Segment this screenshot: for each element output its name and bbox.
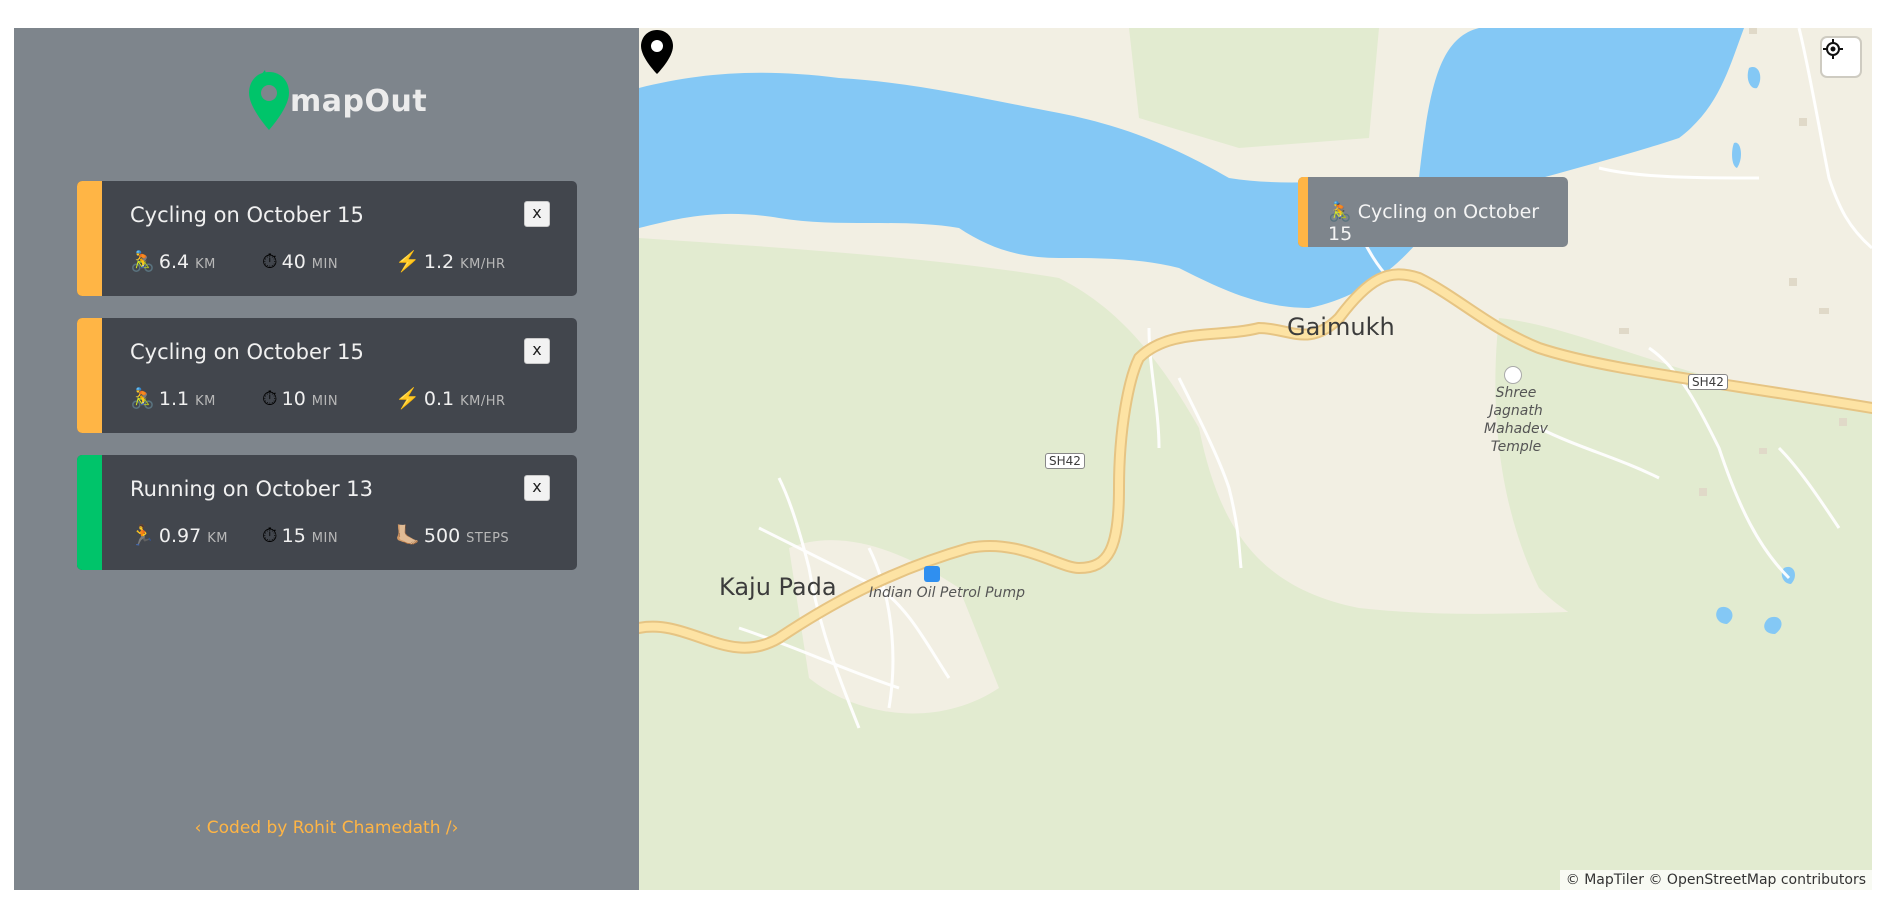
map[interactable]: SH42 SH42 Gaimukh Kaju Pada Indian Oil P… xyxy=(639,28,1872,890)
workout-card[interactable]: Cycling on October 15 x 🚴 1.1 km ⏱ 10 mi… xyxy=(77,318,577,433)
workout-speed: ⚡️ 1.2 km/hr xyxy=(395,249,506,273)
lightning-icon: ⚡️ xyxy=(395,386,420,410)
bicycle-icon: 🚴 xyxy=(130,386,155,410)
detail-unit: min xyxy=(311,531,339,546)
road-label: SH42 xyxy=(1045,453,1085,469)
detail-value: 1.1 xyxy=(158,388,190,410)
detail-value: 6.4 xyxy=(158,251,190,273)
popup-title: Cycling on October 15 xyxy=(1328,201,1540,245)
map-tiles xyxy=(639,28,1872,890)
workout-details: 🚴 6.4 km ⏱ 40 min ⚡️ 1.2 km/hr xyxy=(130,249,560,273)
detail-unit: min xyxy=(311,257,339,272)
place-label-gaimukh: Gaimukh xyxy=(1287,313,1395,341)
map-marker-icon[interactable] xyxy=(639,28,675,76)
workout-title: Cycling on October 15 xyxy=(130,340,364,364)
workout-speed: ⚡️ 0.1 km/hr xyxy=(395,386,506,410)
detail-unit: km xyxy=(207,531,228,546)
detail-unit: km/hr xyxy=(460,257,506,272)
bicycle-icon: 🚴 xyxy=(130,249,155,273)
poi-label-petrol-pump: Indian Oil Petrol Pump xyxy=(869,585,1025,601)
bicycle-icon: 🚴 xyxy=(1328,201,1352,223)
workout-distance: 🏃 0.97 km xyxy=(130,523,228,547)
workout-card[interactable]: Running on October 13 x 🏃 0.97 km ⏱ 15 m… xyxy=(77,455,577,570)
sidebar: mapOut Cycling on October 15 x 🚴 6.4 km … xyxy=(14,28,639,890)
detail-value: 10 xyxy=(281,388,306,410)
detail-value: 40 xyxy=(281,251,306,273)
detail-unit: min xyxy=(311,394,339,409)
lightning-icon: ⚡️ xyxy=(395,249,420,273)
poi-label-temple-line1: Shree Jagnath xyxy=(1489,385,1543,419)
temple-icon xyxy=(1504,366,1522,384)
detail-unit: km xyxy=(195,394,216,409)
poi-label-temple-line2: Mahadev Temple xyxy=(1484,421,1548,455)
workout-details: 🚴 1.1 km ⏱ 10 min ⚡️ 0.1 km/hr xyxy=(130,386,560,410)
workout-details: 🏃 0.97 km ⏱ 15 min 🦶🏼 500 steps xyxy=(130,523,560,547)
stopwatch-icon: ⏱ xyxy=(262,386,278,410)
road-label: SH42 xyxy=(1688,374,1728,390)
workout-type-bar xyxy=(77,318,102,433)
fuel-station-icon xyxy=(924,566,940,582)
workout-card[interactable]: Cycling on October 15 x 🚴 6.4 km ⏱ 40 mi… xyxy=(77,181,577,296)
logo: mapOut xyxy=(247,68,427,138)
workout-distance: 🚴 6.4 km xyxy=(130,249,216,273)
workout-cadence: 🦶🏼 500 steps xyxy=(395,523,509,547)
workout-title: Running on October 13 xyxy=(130,477,373,501)
detail-unit: km/hr xyxy=(460,394,506,409)
detail-value: 0.1 xyxy=(423,388,455,410)
detail-unit: steps xyxy=(466,531,510,546)
workout-duration: ⏱ 10 min xyxy=(262,386,338,410)
detail-unit: km xyxy=(195,257,216,272)
map-attribution[interactable]: © MapTiler © OpenStreetMap contributors xyxy=(1559,870,1872,890)
foot-icon: 🦶🏼 xyxy=(395,523,420,547)
logo-text: mapOut xyxy=(290,84,428,119)
map-pin-logo-icon xyxy=(249,70,289,130)
poi-label-temple: Shree Jagnath Mahadev Temple xyxy=(1471,384,1561,456)
workout-type-bar xyxy=(77,181,102,296)
stopwatch-icon: ⏱ xyxy=(262,523,278,547)
workout-duration: ⏱ 15 min xyxy=(262,523,338,547)
place-label-kaju-pada: Kaju Pada xyxy=(719,573,837,601)
runner-icon: 🏃 xyxy=(130,523,155,547)
geolocate-button[interactable] xyxy=(1822,38,1860,76)
workout-distance: 🚴 1.1 km xyxy=(130,386,216,410)
delete-workout-button[interactable]: x xyxy=(524,201,550,227)
workout-title: Cycling on October 15 xyxy=(130,203,364,227)
footer-credit[interactable]: ‹ Coded by Rohit Chamedath /› xyxy=(14,818,639,838)
stopwatch-icon: ⏱ xyxy=(262,249,278,273)
detail-value: 1.2 xyxy=(423,251,455,273)
workout-popup[interactable]: 🚴 Cycling on October 15 xyxy=(1298,177,1568,247)
crosshair-icon xyxy=(1823,39,1843,59)
detail-value: 0.97 xyxy=(158,525,202,547)
workout-type-bar xyxy=(77,455,102,570)
delete-workout-button[interactable]: x xyxy=(524,338,550,364)
popup-text: 🚴 Cycling on October 15 xyxy=(1328,200,1568,245)
detail-value: 500 xyxy=(423,525,461,547)
workout-duration: ⏱ 40 min xyxy=(262,249,338,273)
popup-type-bar xyxy=(1298,177,1308,247)
delete-workout-button[interactable]: x xyxy=(524,475,550,501)
detail-value: 15 xyxy=(281,525,306,547)
